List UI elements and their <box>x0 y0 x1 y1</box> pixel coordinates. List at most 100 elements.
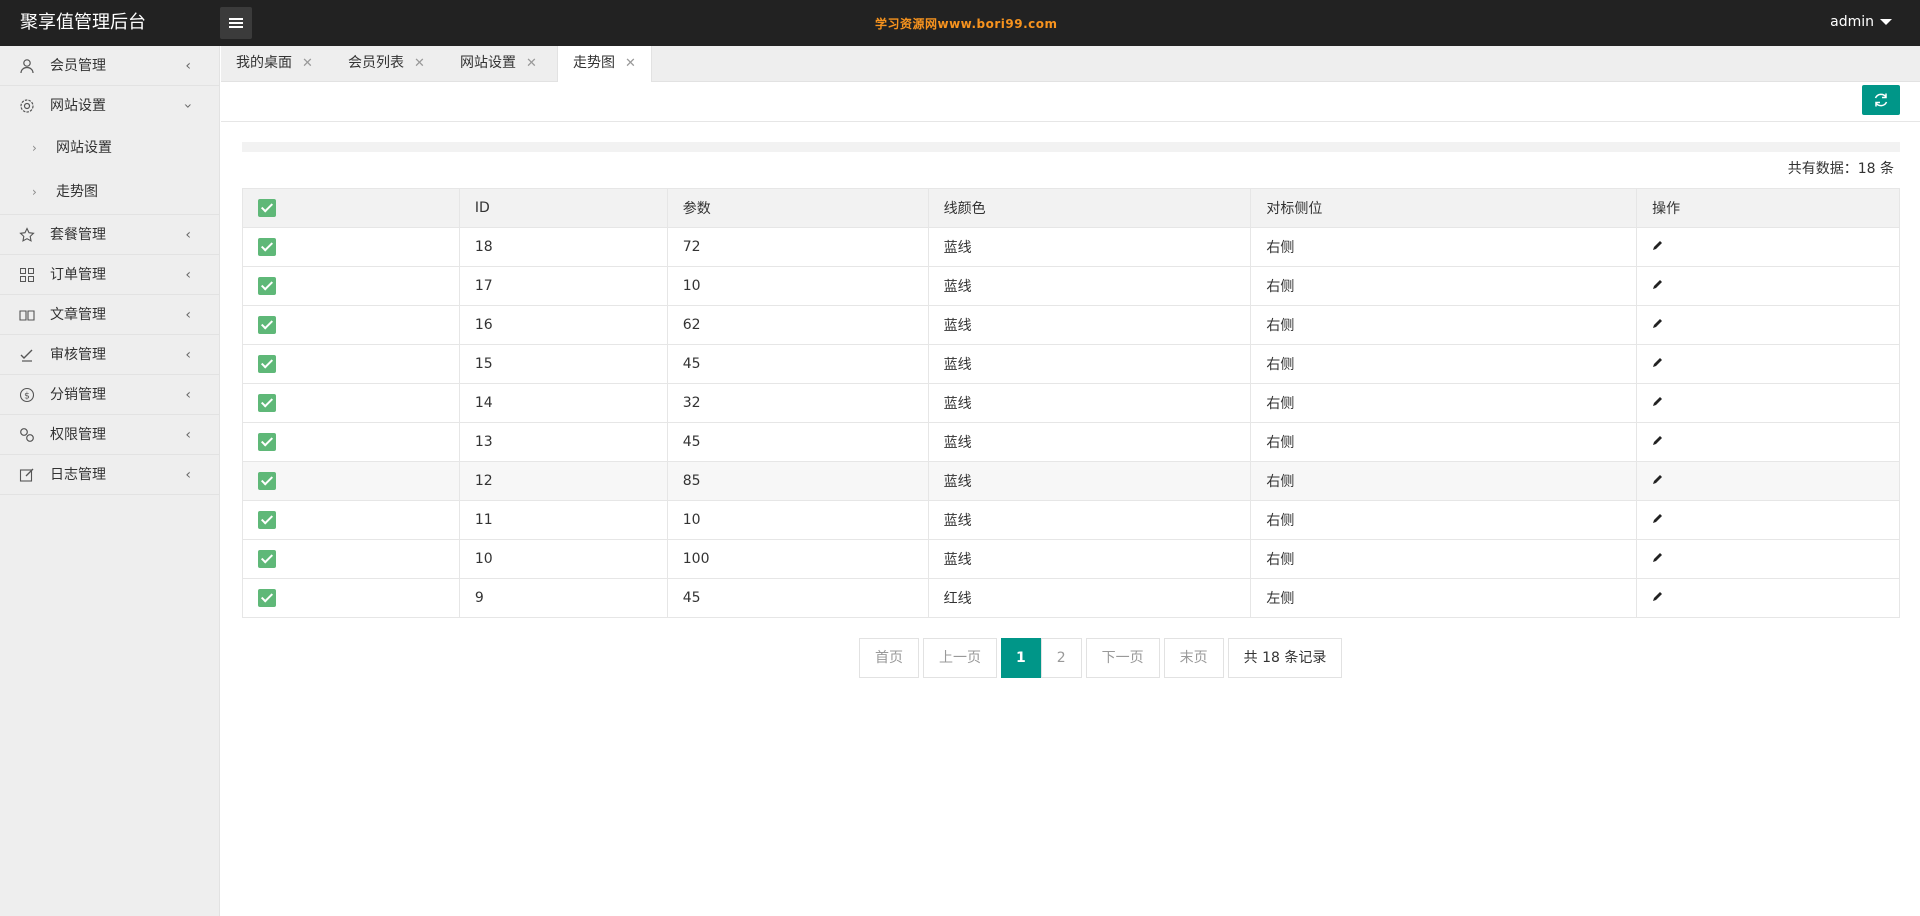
first-page-button[interactable]: 首页 <box>859 638 919 678</box>
cell-param: 10 <box>666 500 929 540</box>
table-row: 18 72 蓝线 右侧 <box>242 227 1900 267</box>
cell-side: 右侧 <box>1250 461 1638 501</box>
table-row: 14 32 蓝线 右侧 <box>242 383 1900 423</box>
close-icon[interactable]: ✕ <box>625 56 636 71</box>
cell-side: 右侧 <box>1250 539 1638 579</box>
select-all-checkbox[interactable] <box>258 199 276 217</box>
sidebar-item-articles[interactable]: 文章管理 ‹ <box>0 295 219 335</box>
row-checkbox-cell <box>242 305 460 345</box>
row-checkbox[interactable] <box>258 316 276 334</box>
pencil-icon[interactable] <box>1652 512 1664 528</box>
row-checkbox[interactable] <box>258 277 276 295</box>
cell-line-color: 蓝线 <box>927 344 1252 384</box>
row-checkbox[interactable] <box>258 433 276 451</box>
pencil-icon[interactable] <box>1652 473 1664 489</box>
tab-member-list[interactable]: 会员列表 ✕ <box>333 46 440 82</box>
hamburger-icon <box>229 18 243 28</box>
username: admin <box>1830 14 1874 30</box>
cell-param: 32 <box>666 383 929 423</box>
pagination: 首页 上一页 1 2 下一页 末页 共 18 条记录 <box>859 638 1346 678</box>
sidebar-item-label: 套餐管理 <box>50 227 106 243</box>
sidebar-item-packages[interactable]: 套餐管理 ‹ <box>0 215 219 255</box>
pencil-icon[interactable] <box>1652 278 1664 294</box>
sidebar-subitem-trend-chart[interactable]: › 走势图 <box>0 170 219 214</box>
edit-icon <box>18 467 36 483</box>
sidebar-item-logs[interactable]: 日志管理 ‹ <box>0 455 219 495</box>
row-checkbox[interactable] <box>258 511 276 529</box>
sidebar-item-orders[interactable]: 订单管理 ‹ <box>0 255 219 295</box>
cell-actions <box>1636 227 1900 267</box>
cell-id: 15 <box>458 344 668 384</box>
close-icon[interactable]: ✕ <box>302 56 313 71</box>
table-row: 11 10 蓝线 右侧 <box>242 500 1900 540</box>
row-checkbox[interactable] <box>258 472 276 490</box>
tab-site-settings[interactable]: 网站设置 ✕ <box>445 46 552 82</box>
star-icon <box>18 227 36 243</box>
cell-id: 11 <box>458 500 668 540</box>
next-page-button[interactable]: 下一页 <box>1085 638 1160 678</box>
row-checkbox-cell <box>242 266 460 306</box>
cell-line-color: 蓝线 <box>927 227 1252 267</box>
row-checkbox[interactable] <box>258 589 276 607</box>
approve-icon <box>18 347 36 363</box>
total-count: 共有数据：18 条 <box>1787 161 1894 177</box>
cell-param: 45 <box>666 344 929 384</box>
sidebar-item-review[interactable]: 审核管理 ‹ <box>0 335 219 375</box>
column-header: 线颜色 <box>927 188 1252 228</box>
sidebar-item-label: 日志管理 <box>50 467 106 483</box>
sidebar-subitem-label: 网站设置 <box>56 140 112 156</box>
sidebar-item-permissions[interactable]: 权限管理 ‹ <box>0 415 219 455</box>
row-checkbox[interactable] <box>258 355 276 373</box>
page-1-button[interactable]: 1 <box>1001 638 1041 678</box>
sidebar-subitem-site-settings[interactable]: › 网站设置 <box>0 126 219 170</box>
pencil-icon[interactable] <box>1652 356 1664 372</box>
header-checkbox-cell <box>242 188 460 228</box>
close-icon[interactable]: ✕ <box>526 56 537 71</box>
tab-desktop[interactable]: 我的桌面 ✕ <box>221 46 328 82</box>
pencil-icon[interactable] <box>1652 317 1664 333</box>
cell-side: 右侧 <box>1250 344 1638 384</box>
pencil-icon[interactable] <box>1652 239 1664 255</box>
cell-line-color: 红线 <box>927 578 1252 618</box>
tab-trend-chart[interactable]: 走势图 ✕ <box>557 46 652 83</box>
tab-label: 我的桌面 <box>236 55 292 71</box>
close-icon[interactable]: ✕ <box>414 56 425 71</box>
table-row: 17 10 蓝线 右侧 <box>242 266 1900 306</box>
last-page-button[interactable]: 末页 <box>1163 638 1224 678</box>
menu-toggle-button[interactable] <box>220 7 252 39</box>
cell-id: 13 <box>458 422 668 462</box>
caret-down-icon <box>1880 19 1892 25</box>
row-checkbox[interactable] <box>258 550 276 568</box>
sidebar-item-site-settings[interactable]: 网站设置 ‹ <box>0 86 219 126</box>
pencil-icon[interactable] <box>1652 434 1664 450</box>
content-toolbar <box>221 82 1920 122</box>
table-row: 12 85 蓝线 右侧 <box>242 461 1900 501</box>
pencil-icon[interactable] <box>1652 551 1664 567</box>
page-2-button[interactable]: 2 <box>1040 638 1082 678</box>
sidebar-item-label: 网站设置 <box>50 98 106 114</box>
cell-actions <box>1636 578 1900 618</box>
pencil-icon[interactable] <box>1652 395 1664 411</box>
cell-id: 16 <box>458 305 668 345</box>
user-menu[interactable]: admin <box>1830 0 1892 46</box>
prev-page-button[interactable]: 上一页 <box>923 638 997 678</box>
cell-id: 10 <box>458 539 668 579</box>
pencil-icon[interactable] <box>1652 590 1664 606</box>
sidebar-item-distribution[interactable]: $ 分销管理 ‹ <box>0 375 219 415</box>
cell-actions <box>1636 461 1900 501</box>
row-checkbox[interactable] <box>258 394 276 412</box>
row-checkbox[interactable] <box>258 238 276 256</box>
row-checkbox-cell <box>242 422 460 462</box>
row-checkbox-cell <box>242 344 460 384</box>
cell-line-color: 蓝线 <box>927 539 1252 579</box>
chevron-left-icon: ‹ <box>185 227 191 243</box>
row-checkbox-cell <box>242 227 460 267</box>
sidebar: 会员管理 ‹ 网站设置 ‹ › 网站设置 › 走势图 套餐管理 ‹ 订单管理 ‹… <box>0 46 220 916</box>
cell-param: 85 <box>666 461 929 501</box>
table-header-row: ID 参数 线颜色 对标侧位 操作 <box>242 188 1900 228</box>
cell-actions <box>1636 500 1900 540</box>
sidebar-item-members[interactable]: 会员管理 ‹ <box>0 46 219 86</box>
table-row: 13 45 蓝线 右侧 <box>242 422 1900 462</box>
cell-line-color: 蓝线 <box>927 500 1252 540</box>
refresh-button[interactable] <box>1862 85 1900 115</box>
